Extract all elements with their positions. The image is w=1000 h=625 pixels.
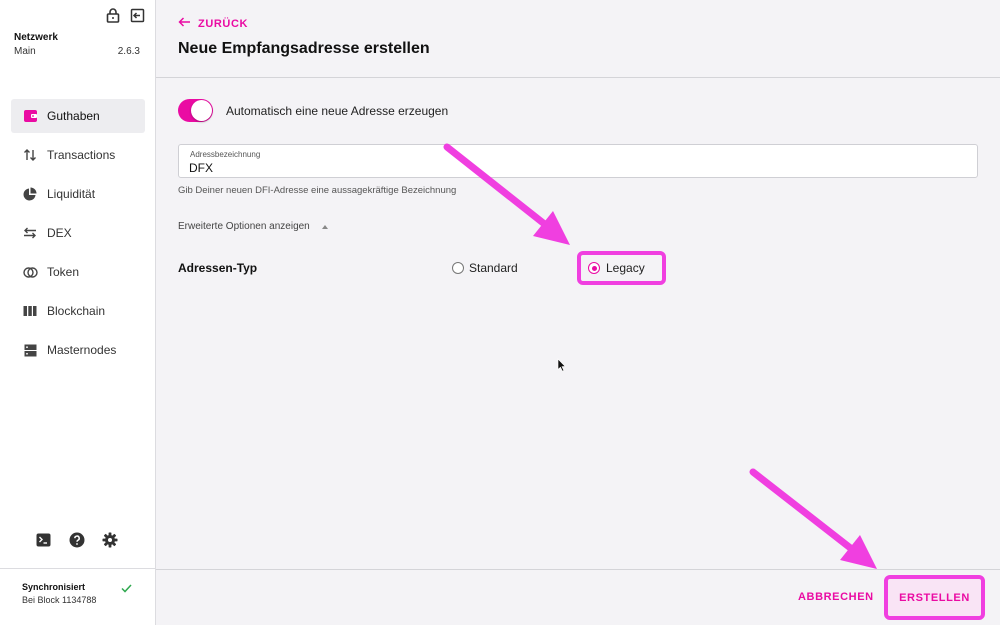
terminal-icon[interactable] <box>35 531 52 548</box>
caret-up-icon <box>321 224 328 229</box>
network-value: Main <box>14 46 36 57</box>
sidebar-item-label: Transactions <box>47 148 116 162</box>
page-header: ZURÜCK Neue Empfangsadresse erstellen <box>156 0 1000 78</box>
sidebar: Netzwerk Main 2.6.3 Guthaben Transaction… <box>0 0 156 625</box>
server-icon <box>22 342 38 358</box>
back-link[interactable]: ZURÜCK <box>178 17 248 30</box>
mouse-cursor-icon <box>557 358 566 372</box>
page-title: Neue Empfangsadresse erstellen <box>178 40 430 57</box>
lock-icon[interactable] <box>105 7 121 23</box>
create-button[interactable]: ERSTELLEN <box>884 575 985 620</box>
advanced-options-toggle[interactable]: Erweiterte Optionen anzeigen <box>178 221 328 232</box>
sidebar-nav: Guthaben Transactions Liquidität DEX Tok… <box>11 99 145 372</box>
sidebar-top-icons <box>105 7 145 23</box>
sidebar-item-guthaben[interactable]: Guthaben <box>11 99 145 133</box>
logout-icon[interactable] <box>129 7 145 23</box>
token-icon <box>22 264 38 280</box>
checkmark-icon <box>121 580 132 598</box>
blocks-icon <box>22 303 38 319</box>
radio-standard[interactable] <box>452 262 464 274</box>
auto-address-toggle[interactable] <box>178 99 213 122</box>
annotation-arrow-create <box>749 468 877 569</box>
address-type-label: Adressen-Typ <box>178 261 258 275</box>
pie-chart-icon <box>22 186 38 202</box>
settings-gear-icon[interactable] <box>101 531 118 548</box>
transfer-arrows-icon <box>22 147 38 163</box>
sidebar-bottom-icons <box>35 531 118 548</box>
sidebar-item-label: Blockchain <box>47 304 106 318</box>
wallet-icon <box>22 108 38 124</box>
address-name-help: Gib Deiner neuen DFI-Adresse eine aussag… <box>178 185 457 196</box>
sidebar-item-blockchain[interactable]: Blockchain <box>11 294 145 328</box>
sidebar-item-label: Masternodes <box>47 343 117 357</box>
address-name-field: Adressbezeichnung <box>178 144 978 178</box>
auto-address-toggle-label: Automatisch eine neue Adresse erzeugen <box>226 104 449 118</box>
toggle-knob <box>191 100 212 121</box>
sidebar-item-label: Token <box>47 265 80 279</box>
arrow-left-icon <box>178 17 191 30</box>
annotation-highlight-legacy <box>577 251 666 285</box>
sync-status-title: Synchronisiert <box>22 582 86 592</box>
sidebar-item-label: Liquidität <box>47 187 96 201</box>
sidebar-item-liquiditaet[interactable]: Liquidität <box>11 177 145 211</box>
sync-status: Synchronisiert Bei Block 1134788 <box>0 568 155 625</box>
address-name-label: Adressbezeichnung <box>190 150 261 159</box>
network-label: Netzwerk <box>14 32 58 43</box>
app-version: 2.6.3 <box>117 46 140 57</box>
sidebar-item-label: DEX <box>47 226 72 240</box>
cancel-button[interactable]: ABBRECHEN <box>798 591 874 603</box>
radio-standard-label[interactable]: Standard <box>469 261 518 275</box>
swap-arrows-icon <box>22 225 38 241</box>
sidebar-item-dex[interactable]: DEX <box>11 216 145 250</box>
sidebar-item-token[interactable]: Token <box>11 255 145 289</box>
sidebar-item-transactions[interactable]: Transactions <box>11 138 145 172</box>
sync-block-height: Bei Block 1134788 <box>22 595 97 605</box>
back-label: ZURÜCK <box>198 17 249 30</box>
sidebar-item-label: Guthaben <box>47 109 100 123</box>
sidebar-item-masternodes[interactable]: Masternodes <box>11 333 145 367</box>
help-icon[interactable] <box>68 531 85 548</box>
advanced-options-label: Erweiterte Optionen anzeigen <box>178 221 310 232</box>
address-name-input[interactable] <box>189 160 959 176</box>
